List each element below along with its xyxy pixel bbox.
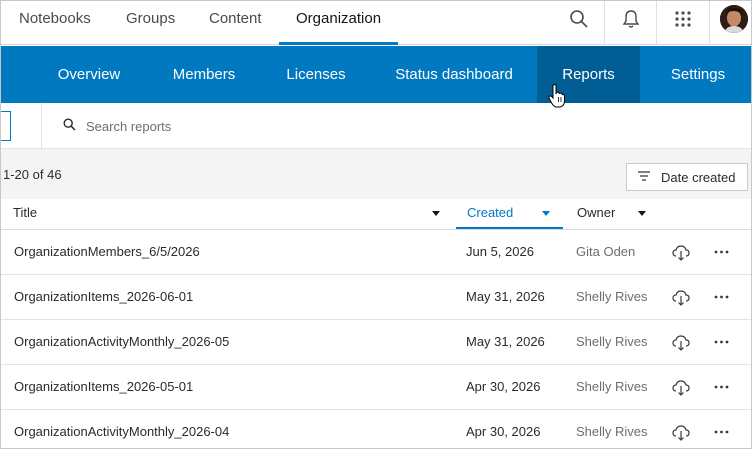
column-header-created[interactable]: Created bbox=[467, 199, 513, 230]
subnav-tab-settings[interactable]: Settings bbox=[649, 46, 747, 103]
app-launcher-icon[interactable] bbox=[669, 1, 697, 37]
download-icon[interactable] bbox=[671, 423, 691, 443]
table-row[interactable]: OrganizationMembers_6/5/2026 Jun 5, 2026… bbox=[1, 230, 751, 275]
report-owner: Shelly Rives bbox=[576, 289, 648, 304]
report-owner: Gita Oden bbox=[576, 244, 636, 259]
report-owner: Shelly Rives bbox=[576, 334, 648, 349]
report-created: Jun 5, 2026 bbox=[466, 244, 534, 259]
download-icon[interactable] bbox=[671, 288, 691, 308]
results-count: 1-20 of 46 bbox=[3, 167, 62, 182]
more-options-icon[interactable] bbox=[712, 288, 732, 308]
avatar[interactable] bbox=[720, 5, 748, 33]
app-window: Notebooks Groups Content Organization Ov… bbox=[0, 0, 752, 449]
results-toolbar: 1-20 of 46 Date created bbox=[1, 149, 751, 199]
sort-indicator bbox=[456, 227, 563, 229]
report-owner: Shelly Rives bbox=[576, 379, 648, 394]
report-created: May 31, 2026 bbox=[466, 334, 545, 349]
more-options-icon[interactable] bbox=[712, 378, 732, 398]
more-options-icon[interactable] bbox=[712, 333, 732, 353]
chevron-down-icon[interactable] bbox=[542, 211, 550, 216]
column-header-owner[interactable]: Owner bbox=[577, 199, 615, 230]
report-title[interactable]: OrganizationItems_2026-06-01 bbox=[14, 289, 193, 304]
table-row[interactable]: OrganizationItems_2026-05-01 Apr 30, 202… bbox=[1, 365, 751, 410]
nav-tab-groups[interactable]: Groups bbox=[126, 1, 175, 45]
filter-divider bbox=[41, 103, 42, 149]
report-title[interactable]: OrganizationItems_2026-05-01 bbox=[14, 379, 193, 394]
filter-bar: Search reports bbox=[1, 103, 751, 149]
subnav-tab-status-dashboard[interactable]: Status dashboard bbox=[381, 46, 527, 103]
table-row[interactable]: OrganizationActivityMonthly_2026-04 Apr … bbox=[1, 410, 751, 448]
download-icon[interactable] bbox=[671, 243, 691, 263]
bell-icon[interactable] bbox=[617, 1, 645, 37]
subnav-tab-reports[interactable]: Reports bbox=[537, 46, 640, 103]
report-title[interactable]: OrganizationActivityMonthly_2026-04 bbox=[14, 424, 229, 439]
sub-navigation: Overview Members Licenses Status dashboa… bbox=[1, 46, 751, 103]
table-header: Title Created Owner bbox=[1, 199, 751, 230]
download-icon[interactable] bbox=[671, 333, 691, 353]
search-icon bbox=[63, 118, 76, 134]
filter-toggle-button[interactable] bbox=[1, 111, 11, 141]
chevron-down-icon[interactable] bbox=[638, 211, 646, 216]
nav-tab-notebooks[interactable]: Notebooks bbox=[19, 1, 91, 45]
more-options-icon[interactable] bbox=[712, 423, 732, 443]
top-navigation: Notebooks Groups Content Organization bbox=[1, 1, 751, 45]
report-created: Apr 30, 2026 bbox=[466, 424, 541, 439]
report-created: May 31, 2026 bbox=[466, 289, 545, 304]
nav-tab-organization[interactable]: Organization bbox=[296, 1, 381, 45]
download-icon[interactable] bbox=[671, 378, 691, 398]
nav-tab-content[interactable]: Content bbox=[209, 1, 262, 45]
active-tab-indicator bbox=[279, 42, 398, 45]
nav-divider bbox=[604, 1, 605, 45]
chevron-down-icon[interactable] bbox=[432, 211, 440, 216]
report-title[interactable]: OrganizationMembers_6/5/2026 bbox=[14, 244, 200, 259]
sort-label: Date created bbox=[661, 169, 736, 185]
nav-divider bbox=[656, 1, 657, 45]
report-title[interactable]: OrganizationActivityMonthly_2026-05 bbox=[14, 334, 229, 349]
search-icon[interactable] bbox=[564, 1, 594, 37]
search-reports[interactable]: Search reports bbox=[63, 113, 171, 139]
table-row[interactable]: OrganizationActivityMonthly_2026-05 May … bbox=[1, 320, 751, 365]
table-row[interactable]: OrganizationItems_2026-06-01 May 31, 202… bbox=[1, 275, 751, 320]
nav-divider bbox=[709, 1, 710, 45]
subnav-tab-members[interactable]: Members bbox=[153, 46, 255, 103]
report-owner: Shelly Rives bbox=[576, 424, 648, 439]
subnav-tab-overview[interactable]: Overview bbox=[41, 46, 137, 103]
sort-button[interactable]: Date created bbox=[626, 163, 748, 191]
more-options-icon[interactable] bbox=[712, 243, 732, 263]
search-input[interactable]: Search reports bbox=[86, 119, 171, 134]
subnav-tab-licenses[interactable]: Licenses bbox=[271, 46, 361, 103]
sort-icon bbox=[637, 170, 651, 185]
column-header-title[interactable]: Title bbox=[13, 199, 37, 230]
report-created: Apr 30, 2026 bbox=[466, 379, 541, 394]
